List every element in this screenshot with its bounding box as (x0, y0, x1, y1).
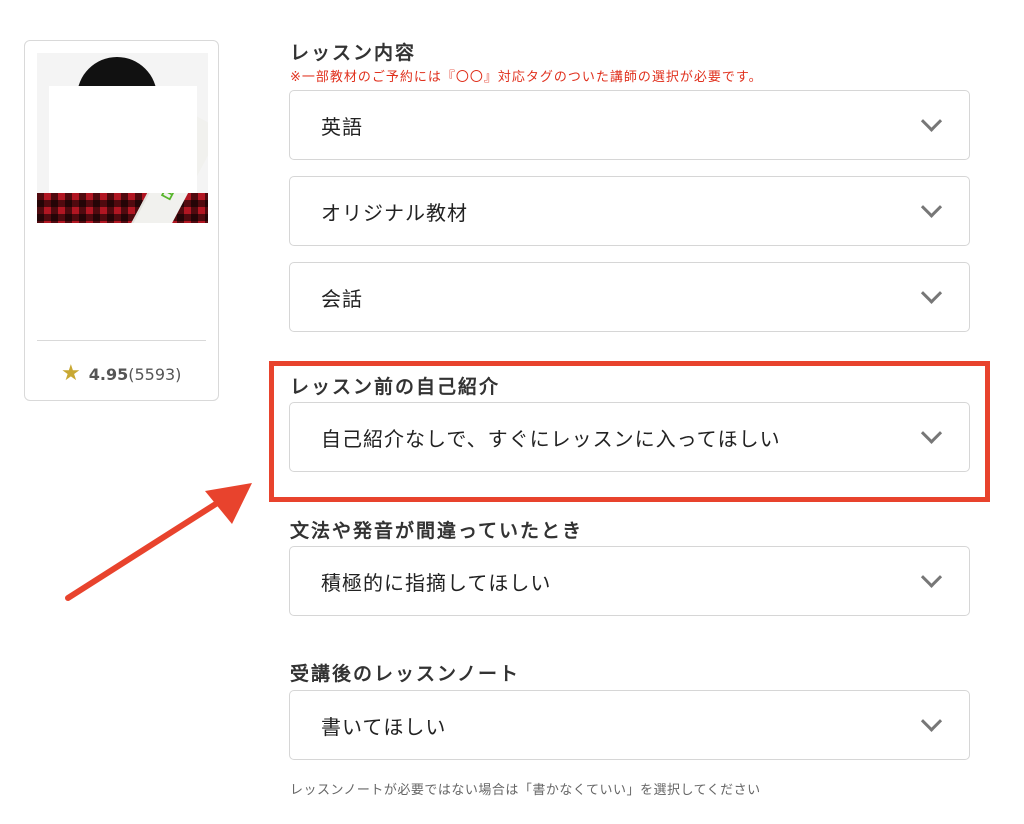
annotation-arrow (65, 483, 252, 601)
